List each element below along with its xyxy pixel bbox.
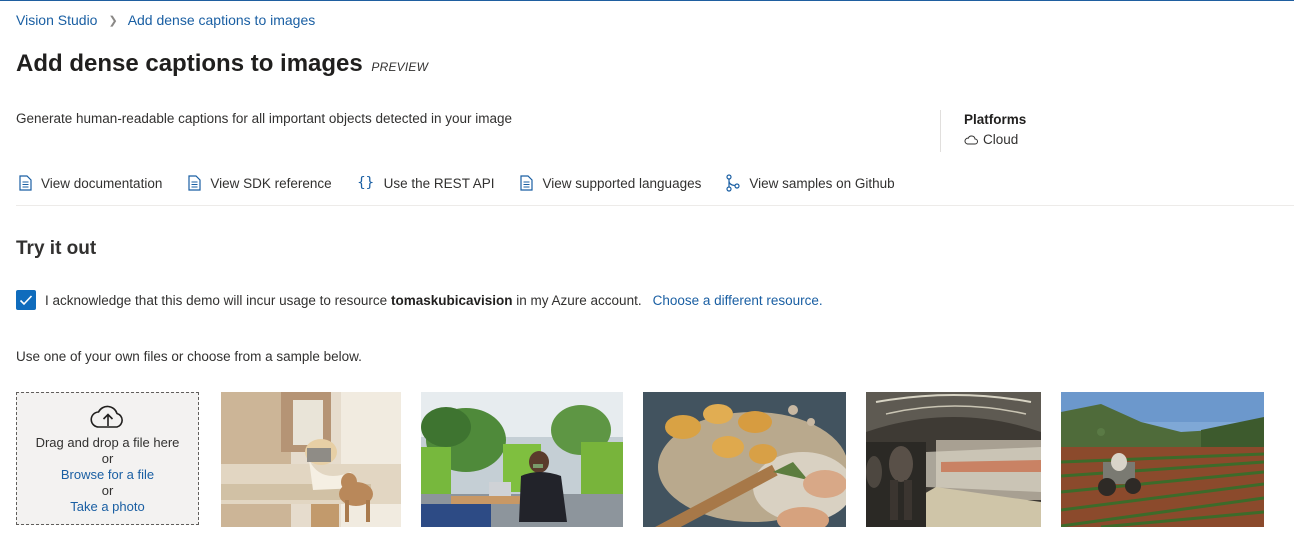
breadcrumb-current-page[interactable]: Add dense captions to images [128, 12, 316, 28]
page-description: Generate human-readable captions for all… [16, 111, 513, 126]
use-rest-api-link[interactable]: {} Use the REST API [348, 174, 495, 192]
view-documentation-label: View documentation [41, 175, 163, 191]
view-sdk-reference-link[interactable]: View SDK reference [178, 174, 332, 192]
sample-image-subway[interactable] [866, 392, 1041, 527]
preview-badge: PREVIEW [371, 60, 429, 74]
chevron-right-icon: ❯ [108, 14, 118, 27]
breadcrumb: Vision Studio ❯ Add dense captions to im… [16, 12, 315, 28]
document-icon [185, 174, 203, 192]
sample-image-pasta[interactable] [643, 392, 846, 527]
branch-icon [724, 174, 742, 192]
top-border [0, 0, 1294, 1]
page-title: Add dense captions to images PREVIEW [16, 50, 428, 78]
vertical-divider [940, 110, 941, 152]
browse-file-link[interactable]: Browse for a file [61, 467, 154, 483]
take-photo-link[interactable]: Take a photo [70, 499, 144, 515]
sample-image-office-laptop[interactable] [421, 392, 623, 527]
section-divider [16, 205, 1294, 206]
view-documentation-link[interactable]: View documentation [9, 174, 162, 192]
upload-cloud-icon [89, 405, 123, 428]
view-supported-languages-link[interactable]: View supported languages [510, 174, 701, 192]
view-sdk-reference-label: View SDK reference [210, 175, 332, 191]
acknowledge-suffix: in my Azure account. [516, 292, 642, 308]
acknowledge-checkbox[interactable] [16, 290, 36, 310]
view-supported-languages-label: View supported languages [542, 175, 702, 191]
or-text: or [101, 483, 114, 498]
use-rest-api-label: Use the REST API [383, 175, 495, 191]
file-dropzone[interactable]: Drag and drop a file here or Browse for … [16, 392, 199, 525]
document-icon [517, 174, 535, 192]
resource-links: View documentation View SDK reference {}… [16, 174, 911, 192]
platform-cloud-label: Cloud [983, 132, 1019, 147]
sample-image-woman-dog[interactable] [221, 392, 401, 527]
acknowledge-row: I acknowledge that this demo will incur … [16, 290, 823, 310]
document-icon [16, 174, 34, 192]
cloud-icon [964, 135, 978, 144]
try-it-out-heading: Try it out [16, 238, 97, 259]
braces-icon: {} [357, 175, 375, 191]
breadcrumb-vision-studio[interactable]: Vision Studio [16, 12, 97, 28]
acknowledge-text: I acknowledge that this demo will incur … [45, 293, 642, 308]
platforms-header: Platforms [964, 112, 1027, 127]
resource-name: tomaskubicavision [390, 292, 513, 308]
view-samples-github-label: View samples on Github [749, 175, 895, 191]
or-text: or [101, 451, 114, 466]
acknowledge-prefix: I acknowledge that this demo will incur … [45, 292, 388, 308]
view-samples-github-link[interactable]: View samples on Github [717, 174, 895, 192]
platform-cloud: Cloud [964, 132, 1026, 147]
drag-drop-text: Drag and drop a file here [35, 435, 180, 450]
choose-resource-link[interactable]: Choose a different resource. [653, 293, 823, 308]
platforms-panel: Platforms Cloud [964, 112, 1026, 147]
checkmark-icon [19, 295, 33, 306]
sample-image-tractor[interactable] [1061, 392, 1264, 527]
page-title-text: Add dense captions to images [16, 50, 363, 77]
sample-instructions: Use one of your own files or choose from… [16, 349, 362, 364]
